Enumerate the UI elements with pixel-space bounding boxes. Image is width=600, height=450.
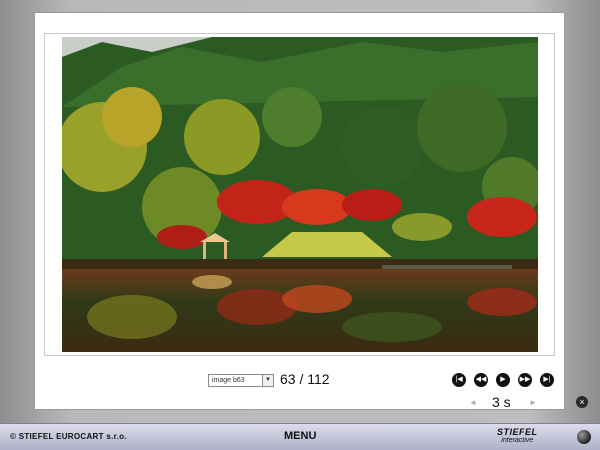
brand-logo: STIEFEL interactive (497, 428, 538, 445)
photo-frame (44, 33, 555, 356)
image-counter: 63 / 112 (280, 371, 330, 387)
slideshow-photo (62, 37, 538, 352)
previous-icon[interactable]: ◀◀ (474, 373, 488, 387)
skip-first-icon[interactable]: |◀ (452, 373, 466, 387)
close-icon[interactable]: × (576, 396, 588, 408)
skip-last-icon[interactable]: ▶| (540, 373, 554, 387)
globe-icon[interactable] (577, 430, 591, 444)
copyright-text: © STIEFEL EUROCART s.r.o. (10, 432, 127, 441)
play-icon[interactable]: ▶ (496, 373, 510, 387)
delay-decrease-button[interactable]: ◄ (469, 398, 477, 407)
next-icon[interactable]: ▶▶ (518, 373, 532, 387)
slideshow-viewer: image b63 ▼ 63 / 112 |◀ ◀◀ ▶ ▶▶ ▶| ◄ 3 s… (34, 12, 565, 410)
delay-value: 3 s (492, 394, 511, 410)
image-select[interactable]: image b63 ▼ (208, 374, 274, 387)
chevron-down-icon[interactable]: ▼ (262, 375, 273, 386)
image-select-value: image b63 (212, 377, 245, 384)
brand-tagline: interactive (501, 437, 534, 444)
playback-controls: |◀ ◀◀ ▶ ▶▶ ▶| (452, 373, 556, 389)
footer-bar: © STIEFEL EUROCART s.r.o. MENU STIEFEL i… (0, 423, 600, 450)
brand-name: STIEFEL (497, 427, 538, 437)
delay-increase-button[interactable]: ► (529, 398, 537, 407)
menu-button[interactable]: MENU (284, 430, 316, 442)
controls-row: image b63 ▼ 63 / 112 |◀ ◀◀ ▶ ▶▶ ▶| ◄ 3 s… (35, 371, 564, 411)
